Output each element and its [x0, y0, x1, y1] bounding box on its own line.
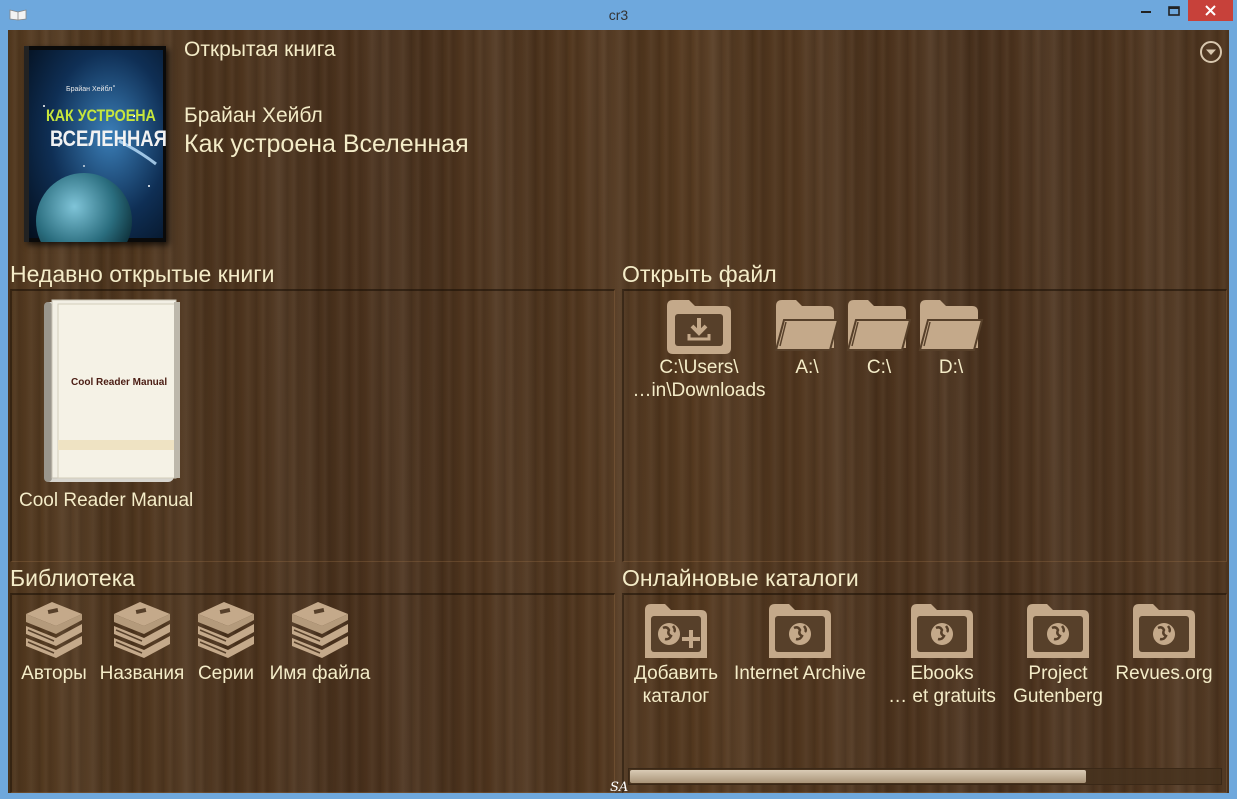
window-titlebar: cr3 [0, 0, 1237, 30]
maximize-icon [1168, 6, 1180, 16]
books-icon [114, 602, 170, 658]
catalog-label-line1: Ebooks [910, 663, 974, 684]
cover-author: Брайан Хейбл [66, 86, 113, 93]
minimize-button[interactable] [1132, 0, 1160, 24]
catalog-label-line2: Gutenberg [1013, 686, 1103, 707]
catalogs-scrollbar[interactable] [628, 768, 1222, 785]
folder-label-line2: …in\Downloads [632, 380, 766, 401]
catalog-label-line1: Revues.org [1115, 663, 1213, 684]
current-book-cover[interactable]: Брайан Хейбл КАК УСТРОЕНА ВСЕЛЕННАЯ [24, 46, 167, 269]
project-gutenberg-item[interactable]: Project Gutenberg [1008, 602, 1108, 708]
catalog-label-line1: Добавить [634, 663, 718, 684]
add-catalog-icon [645, 604, 707, 658]
maximize-button[interactable] [1160, 0, 1188, 24]
internet-archive-item[interactable]: Internet Archive [730, 602, 870, 685]
online-catalogs-title: Онлайновые каталоги [622, 565, 859, 591]
library-item-label: Названия [99, 663, 185, 684]
catalog-label-line1: Internet Archive [733, 663, 867, 684]
downloads-folder-item[interactable]: C:\Users\ …in\Downloads [624, 296, 774, 402]
drive-c-item[interactable]: C:\ [846, 296, 912, 379]
recent-book-item[interactable]: Cool Reader Manual [44, 298, 180, 482]
current-book-author: Брайан Хейбл [184, 104, 323, 127]
books-icon [26, 602, 82, 658]
revues-org-item[interactable]: Revues.org [1112, 602, 1216, 685]
library-filename-item[interactable]: Имя файла [264, 598, 376, 685]
library-title: Библиотека [10, 565, 136, 591]
globe-folder-icon [769, 604, 831, 658]
cover-title-line1: КАК УСТРОЕНА [46, 106, 156, 125]
library-titles-item[interactable]: Названия [96, 598, 188, 685]
catalog-label-line2: … et gratuits [888, 686, 996, 707]
home-screen: Брайан Хейбл КАК УСТРОЕНА ВСЕЛЕННАЯ Откр… [8, 30, 1229, 793]
recent-book-label[interactable]: Cool Reader Manual [19, 490, 193, 512]
drive-label: D:\ [938, 357, 964, 378]
drive-label: A:\ [795, 357, 819, 378]
globe-folder-icon [911, 604, 973, 658]
catalog-label-line2: каталог [642, 686, 710, 707]
folder-icon [846, 300, 912, 351]
add-catalog-item[interactable]: Добавить каталог [626, 602, 726, 708]
chevron-down-circle-icon[interactable] [1199, 40, 1223, 64]
drive-a-item[interactable]: A:\ [774, 296, 840, 379]
books-icon [292, 602, 348, 658]
current-book-label: Открытая книга [184, 38, 336, 61]
library-series-item[interactable]: Серии [190, 598, 262, 685]
close-button[interactable] [1188, 0, 1233, 21]
library-item-label: Имя файла [269, 663, 371, 684]
globe-folder-icon [1027, 604, 1089, 658]
globe-folder-icon [1133, 604, 1195, 658]
library-authors-item[interactable]: Авторы [14, 598, 94, 685]
current-book-title[interactable]: Как устроена Вселенная [184, 130, 469, 159]
window-title: cr3 [608, 7, 629, 23]
book-cover-icon [44, 299, 180, 482]
open-file-title: Открыть файл [622, 261, 777, 287]
books-icon [198, 602, 254, 658]
recent-books-title: Недавно открытые книги [10, 261, 275, 287]
folder-icon [774, 300, 840, 351]
book-cover-text: Cool Reader Manual [71, 377, 168, 388]
footer-mark: SA [610, 780, 629, 793]
ebooks-gratuits-item[interactable]: Ebooks … et gratuits [886, 602, 998, 708]
close-icon [1205, 5, 1216, 16]
drive-d-item[interactable]: D:\ [918, 296, 984, 379]
folder-label-line1: C:\Users\ [659, 357, 739, 378]
drive-label: C:\ [866, 357, 892, 378]
download-folder-icon [667, 300, 731, 354]
catalogs-scrollbar-thumb[interactable] [630, 770, 1086, 783]
folder-icon [918, 300, 984, 351]
catalog-label-line1: Project [1028, 663, 1088, 684]
cover-title-line2: ВСЕЛЕННАЯ [50, 126, 167, 151]
minimize-icon [1141, 11, 1151, 13]
library-item-label: Серии [197, 663, 255, 684]
library-item-label: Авторы [21, 663, 87, 684]
